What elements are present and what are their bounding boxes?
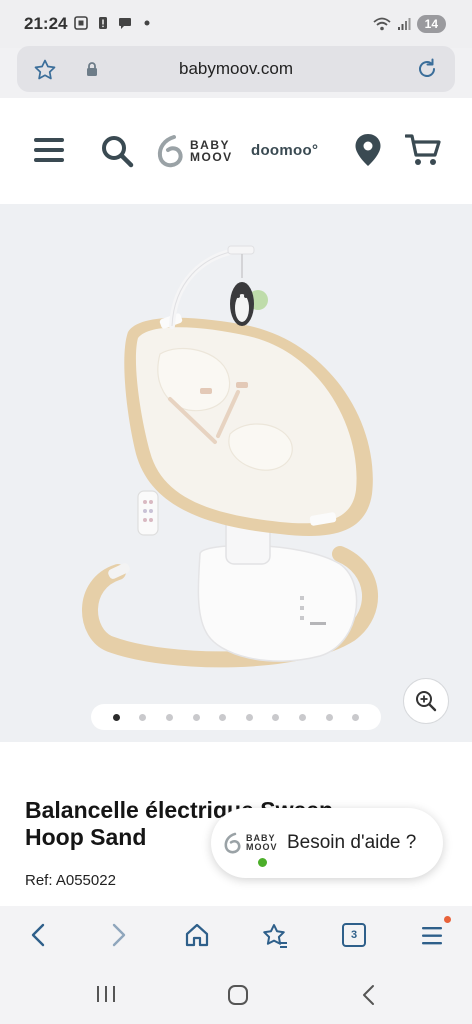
- tab-count: 3: [350, 929, 358, 941]
- address-bar[interactable]: babymoov.com: [17, 46, 455, 92]
- browser-toolbar: 3: [0, 906, 472, 966]
- url-text[interactable]: babymoov.com: [17, 59, 455, 79]
- product-title-line-2: Hoop Sand: [25, 824, 147, 850]
- logo-line-2: MOOV: [190, 150, 233, 164]
- help-logo-mark: [224, 832, 241, 854]
- search-icon[interactable]: [100, 134, 134, 168]
- system-back-icon[interactable]: [360, 984, 378, 1006]
- chat-icon: [119, 18, 131, 29]
- product-gallery[interactable]: [0, 204, 472, 742]
- site-header: BABY MOOV doomoo°: [0, 98, 472, 204]
- pagination-dot[interactable]: [272, 713, 280, 721]
- signal-icon: [397, 18, 411, 30]
- home-button-icon[interactable]: [227, 984, 249, 1006]
- help-label[interactable]: Besoin d'aide ?: [287, 832, 416, 854]
- dot-icon: [144, 20, 150, 26]
- cart-icon[interactable]: [405, 133, 441, 167]
- zoom-button[interactable]: [403, 678, 449, 724]
- bookmarks-icon[interactable]: [261, 922, 289, 950]
- product-image[interactable]: [0, 204, 472, 742]
- system-navigation-bar: [0, 966, 472, 1024]
- gallery-pagination[interactable]: [91, 704, 381, 730]
- location-pin-icon[interactable]: [354, 133, 382, 167]
- status-system-icons: 14: [373, 15, 446, 33]
- product-info: Balancelle électrique Sweep Hoop Sand Re…: [0, 742, 472, 908]
- pagination-dot[interactable]: [139, 713, 147, 721]
- status-time: 21:24: [24, 14, 68, 33]
- product-reference: Ref: A055022: [25, 872, 116, 889]
- battery-alert-icon: [99, 17, 107, 29]
- screenshot-icon: [74, 16, 88, 30]
- help-chat-button[interactable]: BABY MOOV Besoin d'aide ?: [211, 808, 443, 878]
- zoom-in-icon: [416, 691, 437, 712]
- recent-apps-icon[interactable]: [95, 984, 117, 1004]
- menu-notification-dot: [444, 916, 451, 923]
- back-icon[interactable]: [28, 922, 50, 948]
- status-bar: 21:24 14: [0, 0, 472, 48]
- pagination-dot[interactable]: [245, 713, 253, 721]
- online-status-dot: [256, 856, 269, 869]
- wifi-icon: [373, 17, 391, 31]
- menu-icon[interactable]: [33, 136, 65, 164]
- babymoov-logo[interactable]: BABY MOOV: [156, 134, 233, 168]
- status-notification-icons: [74, 16, 154, 30]
- home-icon[interactable]: [184, 922, 210, 948]
- doomoo-logo[interactable]: doomoo°: [251, 142, 318, 159]
- pagination-dot[interactable]: [192, 713, 200, 721]
- pagination-dot[interactable]: [165, 713, 173, 721]
- battery-level: 14: [416, 15, 446, 33]
- pagination-dot[interactable]: [112, 713, 120, 721]
- help-logo-line-2: MOOV: [246, 842, 278, 852]
- pagination-dot[interactable]: [352, 713, 360, 721]
- pagination-dot[interactable]: [298, 713, 306, 721]
- babymoov-logo-mark: [157, 135, 183, 168]
- reload-icon[interactable]: [415, 57, 439, 81]
- pagination-dot[interactable]: [325, 713, 333, 721]
- help-babymoov-logo: BABY MOOV: [223, 832, 278, 854]
- browser-menu-icon[interactable]: [421, 925, 445, 947]
- forward-icon[interactable]: [107, 922, 129, 948]
- tabs-button[interactable]: 3: [342, 923, 366, 947]
- pagination-dot[interactable]: [219, 713, 227, 721]
